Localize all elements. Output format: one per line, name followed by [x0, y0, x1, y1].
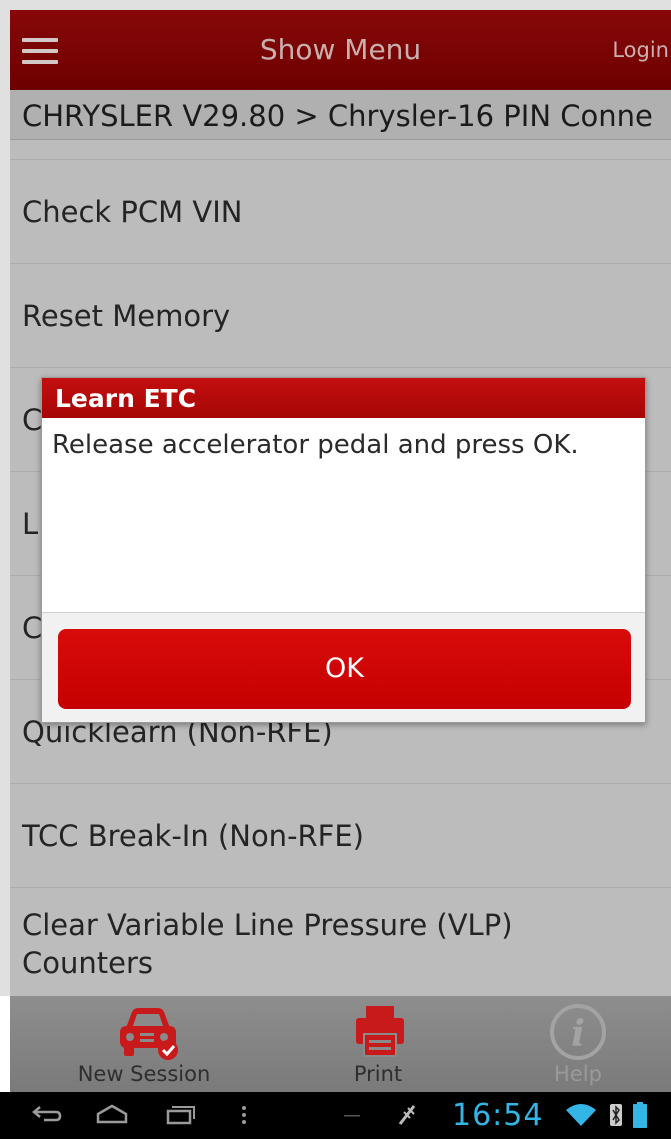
menu-item-label: TCC Break-In (Non-RFE): [22, 818, 364, 853]
home-icon[interactable]: [94, 1092, 130, 1139]
menu-item-label: C: [22, 610, 43, 645]
menu-item-clear-vlp-counters[interactable]: Clear Variable Line Pressure (VLP) Count…: [10, 888, 671, 996]
menu-item-label: Reset Memory: [22, 298, 231, 333]
menu-item-tcc-break-in[interactable]: TCC Break-In (Non-RFE): [10, 784, 671, 888]
system-bar: 16:54: [0, 1092, 671, 1139]
dialog-footer: OK: [42, 612, 645, 722]
battery-icon: [633, 1102, 647, 1128]
recent-apps-icon[interactable]: [162, 1092, 198, 1139]
svg-text:i: i: [571, 1013, 585, 1055]
header-title: Show Menu: [259, 33, 422, 66]
login-link[interactable]: Login: [612, 10, 669, 90]
menu-item-label: Clear Variable Line Pressure (VLP) Count…: [22, 908, 513, 980]
breadcrumb: CHRYSLER V29.80 > Chrysler-16 PIN Conne: [10, 90, 671, 140]
hamburger-menu-icon[interactable]: [22, 38, 60, 66]
car-check-icon: [120, 1008, 178, 1060]
menu-item-check-pcm-vin[interactable]: Check PCM VIN: [10, 160, 671, 264]
app-screen: Show Menu Login CHRYSLER V29.80 > Chrysl…: [0, 0, 671, 1139]
wifi-icon: [566, 1104, 596, 1126]
learn-etc-dialog: Learn ETC Release accelerator pedal and …: [41, 377, 646, 723]
dialog-message: Release accelerator pedal and press OK.: [52, 430, 579, 460]
print-button[interactable]: Print: [278, 996, 478, 1092]
top-strip: [0, 0, 671, 10]
status-clock: 16:54: [452, 1098, 544, 1133]
app-header: Show Menu Login: [10, 10, 671, 90]
list-item-partial: [10, 140, 671, 160]
menu-item-label: L: [22, 506, 39, 541]
notification-dash-icon: [344, 1115, 360, 1117]
dialog-title: Learn ETC: [42, 378, 645, 418]
new-session-button[interactable]: New Session: [44, 996, 244, 1092]
info-icon: i: [550, 1004, 606, 1060]
printer-icon: [356, 1006, 404, 1057]
menu-item-reset-memory[interactable]: Reset Memory: [10, 264, 671, 368]
back-icon[interactable]: [28, 1092, 64, 1139]
help-button[interactable]: i Help: [478, 996, 671, 1092]
menu-item-label: Check PCM VIN: [22, 194, 243, 229]
overflow-menu-icon[interactable]: [236, 1092, 252, 1139]
print-label: Print: [353, 1062, 403, 1086]
new-session-label: New Session: [77, 1062, 211, 1086]
bluetooth-icon: [610, 1104, 622, 1126]
help-label: Help: [554, 1062, 602, 1086]
usb-debug-icon: [398, 1105, 416, 1125]
menu-item-label: C: [22, 402, 43, 437]
ok-button[interactable]: OK: [58, 629, 631, 709]
bottom-toolbar: New Session Print i Help: [10, 996, 671, 1092]
